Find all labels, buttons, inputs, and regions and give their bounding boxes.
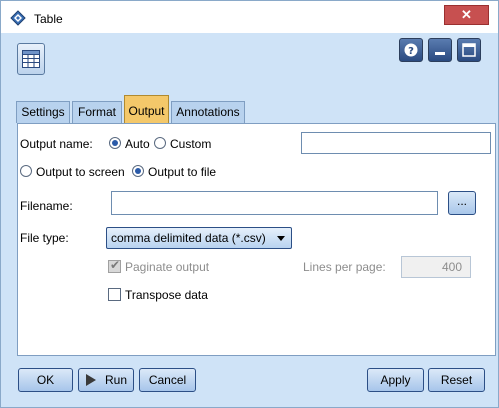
table-node-icon: [17, 43, 45, 75]
file-type-label: File type:: [20, 231, 69, 245]
ok-button[interactable]: OK: [18, 368, 73, 392]
tab-annotations[interactable]: Annotations: [171, 101, 245, 123]
tab-format[interactable]: Format: [72, 101, 122, 123]
dialog-body: ? Settings Format Output Annotations Out…: [6, 33, 496, 403]
custom-output-name-input[interactable]: [301, 132, 491, 154]
maximize-icon: [462, 43, 476, 57]
tab-bar: Settings Format Output Annotations: [16, 95, 496, 123]
output-to-file-radio[interactable]: [132, 165, 144, 177]
spss-modeler-diamond-icon: [10, 10, 26, 26]
output-to-screen-label[interactable]: Output to screen: [36, 165, 125, 179]
minimize-button[interactable]: [428, 38, 452, 62]
file-type-value: comma delimited data (*.csv): [111, 231, 266, 245]
title-bar[interactable]: Table ✕: [1, 1, 498, 33]
run-button-label: Run: [105, 373, 128, 387]
auto-radio[interactable]: [109, 137, 121, 149]
reset-button[interactable]: Reset: [428, 368, 485, 392]
table-dialog-window: Table ✕ ? Settings Format Output Annotat…: [0, 0, 499, 408]
checkmark-icon: ✔: [110, 258, 121, 272]
tab-label: Format: [77, 105, 116, 119]
transpose-data-label[interactable]: Transpose data: [125, 288, 208, 302]
cancel-button[interactable]: Cancel: [139, 368, 196, 392]
maximize-button[interactable]: [457, 38, 481, 62]
output-to-screen-radio[interactable]: [20, 165, 32, 177]
tab-settings[interactable]: Settings: [16, 101, 70, 123]
apply-button[interactable]: Apply: [367, 368, 424, 392]
tab-label: Output: [128, 104, 165, 118]
output-to-file-label[interactable]: Output to file: [148, 165, 216, 179]
close-button[interactable]: ✕: [444, 5, 489, 25]
tab-output[interactable]: Output: [124, 95, 169, 123]
run-button[interactable]: Run: [78, 368, 134, 392]
close-icon: ✕: [461, 7, 472, 22]
custom-radio-label[interactable]: Custom: [170, 137, 211, 151]
lines-per-page-label: Lines per page:: [303, 260, 386, 274]
transpose-data-checkbox[interactable]: [108, 288, 121, 301]
filename-label: Filename:: [20, 199, 73, 213]
paginate-output-checkbox: ✔: [108, 258, 121, 273]
tab-label: Settings: [21, 105, 65, 119]
custom-radio[interactable]: [154, 137, 166, 149]
file-type-select[interactable]: comma delimited data (*.csv): [106, 227, 292, 249]
auto-radio-label[interactable]: Auto: [125, 137, 150, 151]
output-name-label: Output name:: [20, 137, 93, 151]
tab-label: Annotations: [176, 105, 240, 119]
output-tab-panel: Output name: Auto Custom Output to scree…: [17, 123, 496, 356]
help-button[interactable]: ?: [399, 38, 423, 62]
browse-button[interactable]: ...: [448, 191, 476, 215]
chevron-down-icon: [277, 236, 285, 241]
window-title: Table: [34, 12, 63, 26]
help-icon: ?: [404, 43, 418, 57]
filename-input[interactable]: [111, 191, 438, 215]
lines-per-page-input: 400: [401, 256, 471, 278]
play-icon: [86, 374, 96, 386]
minimize-icon: [435, 52, 445, 55]
paginate-output-label: Paginate output: [125, 260, 210, 274]
svg-text:?: ?: [408, 46, 414, 57]
